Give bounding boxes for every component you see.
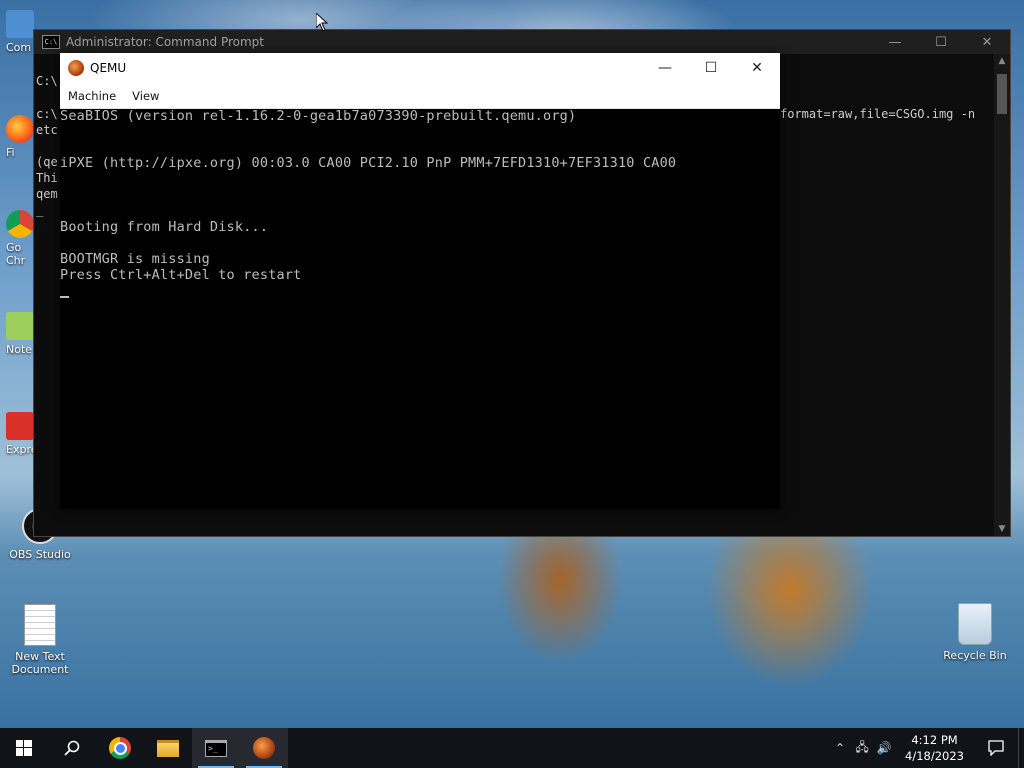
qemu-title: QEMU [90,61,127,75]
minimize-icon: — [888,34,902,50]
taskbar-command-prompt[interactable]: >_ [192,728,240,768]
computer-icon [6,10,34,38]
taskbar-qemu[interactable] [240,728,288,768]
text-document-icon [24,604,56,646]
desktop-icon-label: OBS Studio [9,548,71,561]
express-icon [6,412,34,440]
chrome-icon [109,737,131,759]
scroll-up-icon[interactable]: ▲ [994,54,1010,68]
cmd-line: C:\ [36,74,58,88]
windows-logo-icon [16,740,32,756]
notification-icon [988,740,1004,756]
vm-display[interactable]: SeaBIOS (version rel-1.16.2-0-gea1b7a073… [60,108,780,509]
taskbar-file-explorer[interactable] [144,728,192,768]
action-center-button[interactable] [974,728,1018,768]
qemu-maximize-button[interactable]: ☐ [688,53,734,83]
desktop-icon-label: Go Chr [6,241,26,267]
text-cursor [60,296,69,298]
qemu-minimize-button[interactable]: — [642,53,688,83]
clock[interactable]: 4:12 PM 4/18/2023 [895,732,974,764]
cmd-maximize-button[interactable]: ☐ [918,30,964,54]
cmd-line: etc [36,123,58,137]
cmd-close-button[interactable]: ✕ [964,30,1010,54]
desktop-icon-new-text-document[interactable]: New Text Document [0,604,80,676]
close-icon: ✕ [981,34,993,50]
cmd-command-tail: format=raw,file=CSGO.img -n [780,107,976,121]
chrome-icon [6,210,34,238]
qemu-window[interactable]: QEMU — ☐ ✕ Machine View SeaBIOS (version… [60,53,780,509]
menu-machine[interactable]: Machine [60,89,124,103]
start-button[interactable] [0,728,48,768]
ipxe-line: iPXE (http://ipxe.org) 00:03.0 CA00 PCI2… [60,155,677,171]
file-explorer-icon [157,739,179,757]
clock-time: 4:12 PM [911,733,958,747]
qemu-icon [68,60,84,76]
booting-line: Booting from Hard Disk... [60,219,269,235]
cmd-titlebar[interactable]: C:\ Administrator: Command Prompt — ☐ ✕ [34,30,1010,54]
notepad-icon [6,312,34,340]
cmd-line: (qe [36,155,58,169]
command-prompt-icon: >_ [205,739,227,757]
taskbar: >_ ⌃ 🖧 🔊 4:12 PM 4/18/2023 [0,728,1024,768]
maximize-icon: ☐ [935,34,947,50]
cmd-line: Thi [36,171,58,185]
qemu-menubar: Machine View [60,83,780,109]
close-icon: ✕ [751,60,763,76]
volume-icon[interactable]: 🔊 [873,741,895,755]
cmd-line: c:\ [36,107,58,121]
firefox-icon [6,115,34,143]
restart-prompt-line: Press Ctrl+Alt+Del to restart [60,267,302,283]
network-icon[interactable]: 🖧 [851,738,873,759]
cmd-title: Administrator: Command Prompt [66,35,264,49]
system-tray: ⌃ 🖧 🔊 4:12 PM 4/18/2023 [829,728,1024,768]
qemu-titlebar[interactable]: QEMU — ☐ ✕ [60,53,780,83]
seabios-line: SeaBIOS (version rel-1.16.2-0-gea1b7a073… [60,108,577,124]
taskbar-chrome[interactable] [96,728,144,768]
bootmgr-missing-line: BOOTMGR is missing [60,251,210,267]
desktop-icon-label: Recycle Bin [943,649,1007,662]
mouse-pointer-icon [316,13,328,32]
desktop-icon-label: New Text Document [11,650,69,676]
qemu-icon [253,737,275,759]
show-desktop-button[interactable] [1018,728,1024,768]
cmd-scrollbar[interactable]: ▲ ▼ [994,54,1010,536]
cmd-line: qem [36,187,58,201]
maximize-icon: ☐ [704,60,718,76]
qemu-close-button[interactable]: ✕ [734,53,780,83]
cmd-minimize-button[interactable]: — [872,30,918,54]
command-prompt-icon: C:\ [42,35,60,49]
minimize-icon: — [658,60,672,76]
search-icon [64,740,80,756]
search-button[interactable] [48,728,96,768]
desktop-icon-label: Fi [6,146,15,159]
scroll-down-icon[interactable]: ▼ [994,522,1010,536]
menu-view[interactable]: View [124,89,167,103]
clock-date: 4/18/2023 [905,749,964,763]
cmd-cursor: _ [36,203,44,217]
desktop-icon-recycle-bin[interactable]: Recycle Bin [935,603,1015,662]
scrollbar-thumb[interactable] [997,74,1007,114]
recycle-bin-icon [958,603,992,645]
chevron-up-icon[interactable]: ⌃ [829,741,851,755]
desktop-icon-label: Note [6,343,33,356]
desktop-icon-label: Com [6,41,32,54]
